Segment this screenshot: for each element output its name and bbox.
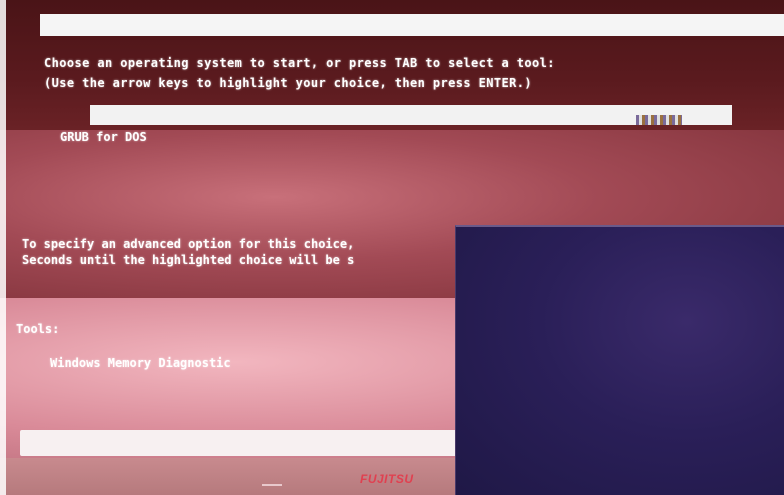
instruction-line-1: Choose an operating system to start, or … — [44, 56, 555, 70]
tools-heading: Tools: — [16, 322, 60, 336]
brand-logo: FUJITSU — [360, 472, 414, 486]
instruction-line-2: (Use the arrow keys to highlight your ch… — [44, 76, 532, 90]
status-bar — [20, 430, 490, 456]
os-entry-grub-for-dos[interactable]: GRUB for DOS — [60, 130, 147, 144]
dark-overlay-region — [455, 225, 784, 495]
left-edge-glare — [0, 0, 6, 495]
display-glitch — [636, 115, 682, 125]
tool-entry-memory-diagnostic[interactable]: Windows Memory Diagnostic — [50, 356, 231, 370]
boot-manager-title-bar — [40, 14, 784, 36]
countdown-text: Seconds until the highlighted choice wil… — [22, 253, 355, 267]
boot-screen-photo: Choose an operating system to start, or … — [0, 0, 784, 495]
bezel-indicator — [262, 484, 282, 486]
advanced-option-hint: To specify an advanced option for this c… — [22, 237, 355, 251]
